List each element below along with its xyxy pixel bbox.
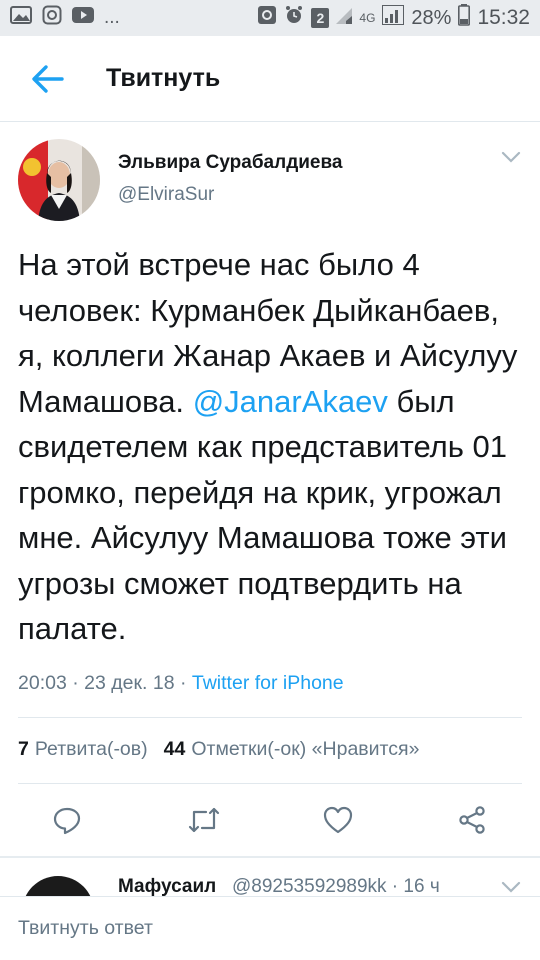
app-bar: Твитнуть <box>0 36 540 122</box>
retweet-button[interactable] <box>184 800 224 840</box>
tweet-text: На этой встрече нас было 4 человек: Курм… <box>18 242 528 652</box>
like-button[interactable] <box>318 800 358 840</box>
reply-author-name: Мафусаил <box>118 876 217 897</box>
author-handle[interactable]: @ElviraSur <box>118 184 214 206</box>
meta-separator: · <box>66 672 85 694</box>
more-notifications-dots: ... <box>104 7 120 28</box>
tweet-header: Эльвира Сурабалдиева @ElviraSur <box>0 122 540 232</box>
tweet-actions <box>0 800 540 844</box>
tweet-date: 23 дек. 18 <box>84 672 175 694</box>
tweet-stats: 7 Ретвита(-ов) 44 Отметки(-ок) «Нравится» <box>18 738 419 761</box>
chevron-down-icon <box>501 881 521 893</box>
tweet-source-link[interactable]: Twitter for iPhone <box>192 672 344 694</box>
retweets-stat[interactable]: 7 Ретвита(-ов) <box>18 738 148 761</box>
signal-weak-icon <box>336 6 353 30</box>
tweet-menu-button[interactable] <box>500 150 530 170</box>
reply-button[interactable] <box>47 800 87 840</box>
chevron-down-icon <box>501 151 521 163</box>
battery-icon <box>458 4 471 32</box>
retweets-label: Ретвита(-ов) <box>34 738 148 760</box>
share-button[interactable] <box>452 800 492 840</box>
reply-author-handle: @89253592989kk · 16 ч <box>232 876 440 897</box>
share-icon <box>459 806 485 834</box>
gallery-notification-icon <box>10 6 32 30</box>
battery-percent: 28% <box>411 6 452 29</box>
divider <box>18 717 522 718</box>
network-type: 4G <box>359 11 376 25</box>
instagram-notification-icon <box>42 5 62 31</box>
sim-badge: 2 <box>311 8 330 28</box>
tweet-meta: 20:03 · 23 дек. 18 · Twitter for iPhone <box>18 672 344 695</box>
heart-icon <box>323 806 353 834</box>
author-name[interactable]: Эльвира Сурабалдиева <box>118 152 343 174</box>
arrow-left-icon <box>32 64 64 93</box>
compose-bar <box>0 896 540 960</box>
status-bar: ... 2 4G 28% 15:32 <box>0 0 540 36</box>
meta-separator: · <box>174 672 192 694</box>
reply-icon <box>53 807 81 835</box>
tweet-text-part: был свидетелем как представитель 01 гром… <box>18 383 508 647</box>
page-title: Твитнуть <box>106 64 221 92</box>
likes-count: 44 <box>163 738 186 760</box>
likes-label: Отметки(-ок) «Нравится» <box>191 738 420 760</box>
reply-avatar[interactable] <box>22 876 94 898</box>
reply-input[interactable] <box>18 917 498 940</box>
divider <box>18 783 522 784</box>
back-button[interactable] <box>18 49 78 109</box>
alarm-icon <box>284 5 304 31</box>
mention-link[interactable]: @JanarAkaev <box>193 384 388 419</box>
tweet-time: 20:03 <box>18 672 67 694</box>
signal-icon <box>382 5 405 31</box>
retweet-icon <box>188 807 220 833</box>
youtube-notification-icon <box>72 7 94 29</box>
retweets-count: 7 <box>18 738 29 760</box>
clock: 15:32 <box>477 6 530 29</box>
recycle-icon <box>257 5 277 31</box>
author-avatar[interactable] <box>18 139 100 221</box>
reply-preview[interactable]: Мафусаил @89253592989kk · 16 ч <box>0 858 540 898</box>
likes-stat[interactable]: 44 Отметки(-ок) «Нравится» <box>164 738 420 761</box>
